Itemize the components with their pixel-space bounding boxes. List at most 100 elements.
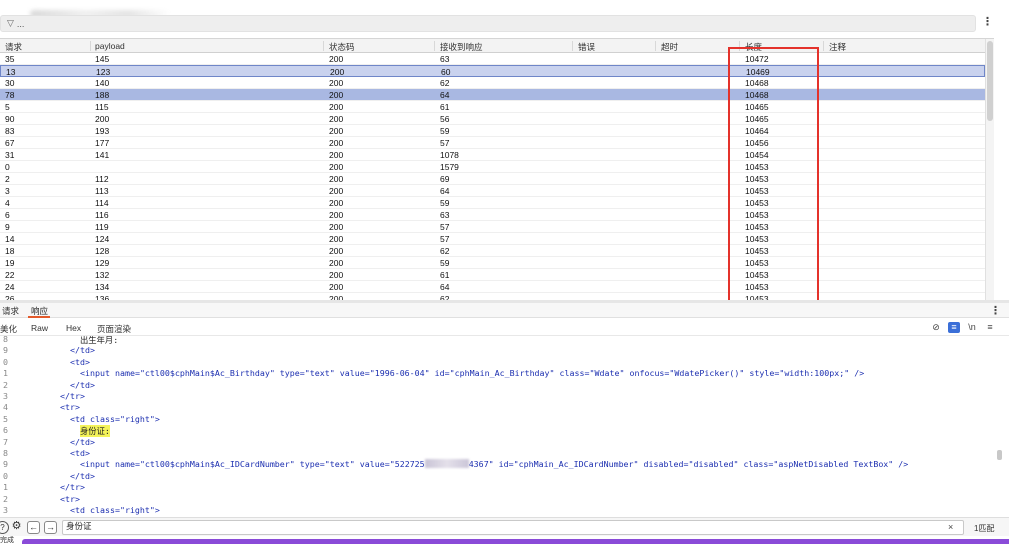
newline-icon[interactable]: \n: [966, 322, 978, 333]
filter-menu-icon[interactable]: ⋮: [982, 17, 993, 28]
cell-request: 67: [5, 138, 15, 148]
table-row[interactable]: 5 115 200 61 10465: [0, 101, 985, 113]
table-row[interactable]: 22 132 200 61 10453: [0, 269, 985, 281]
cell-received: 63: [440, 54, 450, 64]
table-row[interactable]: 2 112 200 69 10453: [0, 173, 985, 185]
cell-request: 0: [5, 162, 10, 172]
cell-request: 83: [5, 126, 15, 136]
status-label: 完成: [0, 537, 14, 544]
cell-payload: 116: [95, 210, 109, 220]
cell-status: 200: [329, 222, 344, 232]
table-row[interactable]: 83 193 200 59 10464: [0, 125, 985, 137]
col-timeout[interactable]: 超时: [661, 41, 678, 53]
table-row[interactable]: 35 145 200 63 10472: [0, 53, 985, 65]
table-row[interactable]: 26 136 200 62 10453: [0, 293, 985, 300]
prev-match-button[interactable]: ←: [27, 521, 40, 534]
table-row[interactable]: 67 177 200 57 10456: [0, 137, 985, 149]
cell-request: 5: [5, 102, 10, 112]
cell-request: 18: [5, 246, 15, 256]
table-row[interactable]: 9 119 200 57 10453: [0, 221, 985, 233]
eye-off-icon[interactable]: ⊘: [930, 322, 942, 333]
cell-payload: 113: [95, 186, 109, 196]
tabs-menu-icon[interactable]: ⋮: [990, 306, 1001, 317]
table-row[interactable]: 13 123 200 60 10469: [0, 65, 985, 77]
tab-hex[interactable]: Hex: [66, 323, 81, 333]
cell-payload: 140: [95, 78, 110, 88]
col-payload[interactable]: payload: [95, 41, 125, 51]
table-row[interactable]: 3 113 200 64 10453: [0, 185, 985, 197]
col-request[interactable]: 请求: [5, 41, 22, 53]
message-tabs: 请求 响应 ⋮: [0, 303, 1009, 318]
gear-icon[interactable]: ⚙: [10, 521, 23, 534]
col-error[interactable]: 错误: [578, 41, 595, 53]
filter-icon[interactable]: ▽: [7, 18, 14, 29]
cell-received: 59: [440, 258, 450, 268]
cell-request: 19: [5, 258, 15, 268]
table-row[interactable]: 18 128 200 62 10453: [0, 245, 985, 257]
menu-icon[interactable]: ≡: [984, 322, 996, 333]
table-row[interactable]: 6 116 200 63 10453: [0, 209, 985, 221]
scrollbar-thumb[interactable]: [987, 41, 993, 121]
cell-received: 57: [440, 222, 450, 232]
tab-render[interactable]: 页面渲染: [97, 323, 131, 335]
col-separator: [655, 41, 656, 51]
cell-received: 64: [440, 90, 450, 100]
table-row[interactable]: 0 200 1579 10453: [0, 161, 985, 173]
filter-input[interactable]: ...: [17, 19, 25, 29]
response-code-view[interactable]: 8 出生年月: 9 </td> 0 <td> 1 <input name="ctl00$…: [0, 336, 994, 516]
table-scrollbar[interactable]: [985, 39, 994, 300]
cell-status: 200: [329, 234, 344, 244]
cell-received: 61: [440, 270, 450, 280]
code-scrollbar[interactable]: [996, 340, 1004, 516]
col-separator: [434, 41, 435, 51]
cell-received: 62: [440, 246, 450, 256]
cell-received: 57: [440, 138, 450, 148]
cell-received: 1579: [440, 162, 459, 172]
table-row[interactable]: 90 200 200 56 10465: [0, 113, 985, 125]
cell-payload: 114: [95, 198, 109, 208]
table-row[interactable]: 19 129 200 59 10453: [0, 257, 985, 269]
col-comment[interactable]: 注释: [829, 41, 846, 53]
cell-payload: 112: [95, 174, 109, 184]
table-row[interactable]: 4 114 200 59 10453: [0, 197, 985, 209]
col-separator: [823, 41, 824, 51]
tab-request[interactable]: 请求: [2, 305, 19, 317]
cell-received: 64: [440, 282, 450, 292]
cell-status: 200: [329, 54, 344, 64]
scrollbar-thumb[interactable]: [997, 450, 1002, 460]
table-row[interactable]: 78 188 200 64 10468: [0, 89, 985, 101]
format-icon[interactable]: ≡: [948, 322, 960, 333]
redacted-value: [424, 459, 469, 469]
cell-payload: 145: [95, 54, 110, 64]
cell-status: 200: [329, 210, 344, 220]
cell-request: 2: [5, 174, 10, 184]
cell-status: 200: [329, 186, 344, 196]
cell-payload: 177: [95, 138, 110, 148]
cell-request: 4: [5, 198, 10, 208]
next-match-button[interactable]: →: [44, 521, 57, 534]
cell-request: 6: [5, 210, 10, 220]
col-separator: [90, 41, 91, 51]
table-row[interactable]: 24 134 200 64 10453: [0, 281, 985, 293]
table-row[interactable]: 14 124 200 57 10453: [0, 233, 985, 245]
cell-status: 200: [329, 102, 344, 112]
cell-payload: 132: [95, 270, 110, 280]
cell-request: 22: [5, 270, 15, 280]
filter-bar[interactable]: ▽ ...: [0, 15, 976, 32]
clear-search-icon[interactable]: ×: [948, 522, 953, 532]
cell-status: 200: [329, 138, 344, 148]
help-icon[interactable]: ?: [0, 521, 9, 534]
col-status[interactable]: 状态码: [329, 41, 355, 53]
view-tabs: 美化 Raw Hex 页面渲染 ⊘ ≡ \n ≡: [0, 319, 1009, 336]
search-input[interactable]: 身份证: [62, 520, 964, 535]
cell-received: 59: [440, 198, 450, 208]
cell-request: 35: [5, 54, 15, 64]
tab-raw[interactable]: Raw: [31, 323, 48, 333]
table-row[interactable]: 31 141 200 1078 10454: [0, 149, 985, 161]
table-row[interactable]: 30 140 200 62 10468: [0, 77, 985, 89]
col-received[interactable]: 接收到响应: [440, 41, 483, 53]
tab-pretty[interactable]: 美化: [0, 323, 17, 335]
cell-payload: 115: [95, 102, 109, 112]
cell-payload: 134: [95, 282, 110, 292]
cell-payload: 188: [95, 90, 110, 100]
